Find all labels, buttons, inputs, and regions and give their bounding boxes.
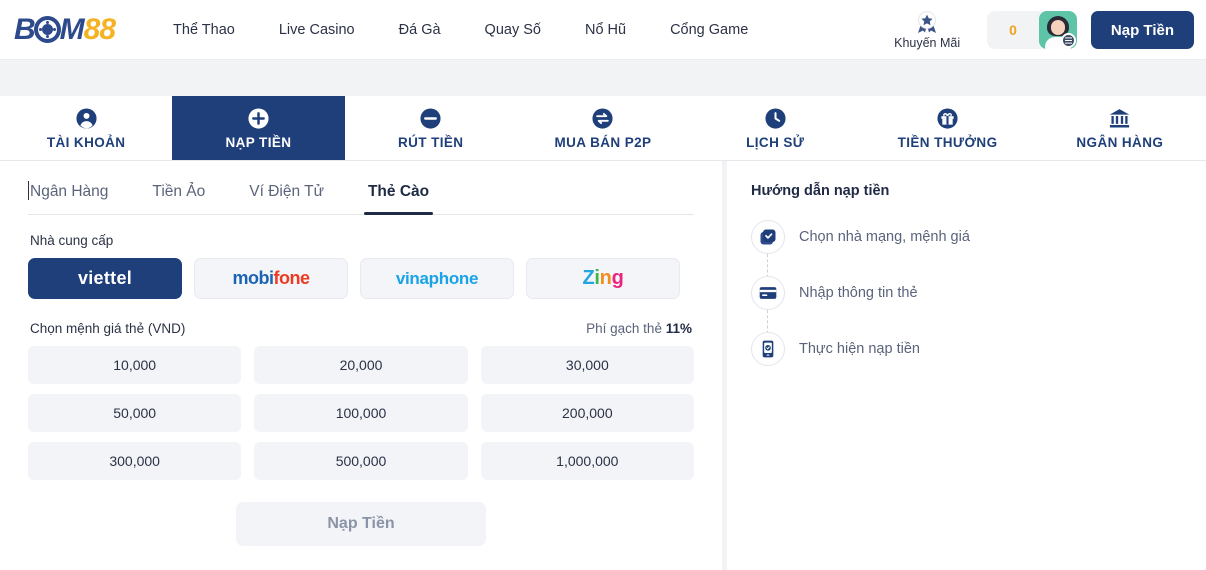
subtab-label: Ngân Hàng <box>30 183 109 200</box>
mobifone-logo-part2: fone <box>273 268 311 288</box>
provider-vinaphone[interactable]: vinaphone <box>360 258 514 299</box>
denomination-label: Chọn mệnh giá thẻ (VND) <box>30 321 186 336</box>
provider-section-label: Nhà cung cấp <box>30 233 114 248</box>
user-circle-icon <box>75 107 98 130</box>
check-circle-icon <box>751 220 785 254</box>
fee-value: 11% <box>665 321 692 336</box>
credit-card-icon <box>751 276 785 310</box>
mobifone-logo-part1: mobi <box>232 268 275 288</box>
tab-mua-ban-p2p[interactable]: MUA BÁN P2P <box>517 96 689 160</box>
tab-label: TÀI KHOẢN <box>46 134 126 150</box>
menu-badge-icon[interactable] <box>1060 33 1076 48</box>
promotions-link[interactable]: Khuyến Mãi <box>881 10 973 50</box>
denomination-option[interactable]: 500,000 <box>254 442 468 480</box>
zing-logo-g: g <box>611 267 624 289</box>
vinaphone-logo: vinaphone <box>395 268 479 288</box>
denomination-option[interactable]: 20,000 <box>254 346 468 384</box>
subtab-ngan-hang[interactable]: Ngân Hàng <box>28 179 130 214</box>
guide-panel: Hướng dẫn nạp tiền Chọn nhà mạng, mệnh g… <box>727 161 1206 570</box>
provider-viettel[interactable]: viettel <box>28 258 182 299</box>
soccer-ball-icon <box>33 16 61 43</box>
subtab-tien-ao[interactable]: Tiền Ảo <box>130 179 227 214</box>
deposit-submit-button[interactable]: Nạp Tiền <box>236 502 486 546</box>
tab-tien-thuong[interactable]: TIỀN THƯỞNG <box>861 96 1033 160</box>
subtab-the-cao[interactable]: Thẻ Cào <box>346 179 451 215</box>
submit-row: Nạp Tiền <box>28 502 694 546</box>
tab-label: NẠP TIỀN <box>225 134 292 150</box>
guide-step-label: Chọn nhà mạng, mệnh giá <box>799 229 970 245</box>
tab-label: MUA BÁN P2P <box>554 134 652 150</box>
tab-rut-tien[interactable]: RÚT TIỀN <box>345 96 517 160</box>
guide-step: Chọn nhà mạng, mệnh giá <box>751 209 1206 265</box>
denomination-option[interactable]: 100,000 <box>254 394 468 432</box>
header-deposit-button[interactable]: Nạp Tiền <box>1090 11 1194 49</box>
balance-amount: 0 <box>1009 22 1017 38</box>
nav-item-da-ga[interactable]: Đá Gà <box>377 22 463 38</box>
nav-item-quay-so[interactable]: Quay Số <box>463 22 563 38</box>
guide-step: Thực hiện nạp tiền <box>751 321 1206 377</box>
nav-item-cong-game[interactable]: Cổng Game <box>648 22 770 38</box>
tab-tai-khoan[interactable]: TÀI KHOẢN <box>0 96 172 160</box>
mobile-check-icon <box>751 332 785 366</box>
guide-step: Nhập thông tin thẻ <box>751 265 1206 321</box>
denomination-option[interactable]: 50,000 <box>28 394 242 432</box>
site-logo[interactable]: B M 88 <box>14 12 116 47</box>
nav-item-no-hu[interactable]: Nổ Hũ <box>563 22 648 38</box>
logo-number-88: 88 <box>83 12 116 46</box>
avatar-face <box>1050 20 1065 35</box>
provider-mobifone[interactable]: mobifone <box>194 258 348 299</box>
guide-step-label: Thực hiện nạp tiền <box>799 341 920 357</box>
provider-list: viettel mobifone vinaphone Zing <box>28 258 694 299</box>
clock-icon <box>764 107 787 130</box>
promotions-label: Khuyến Mãi <box>894 35 961 50</box>
balance-pill[interactable]: 0 <box>987 11 1077 49</box>
denomination-option[interactable]: 1,000,000 <box>480 442 694 480</box>
denomination-header: Chọn mệnh giá thẻ (VND) Phí gạch thẻ 11% <box>30 321 692 336</box>
page-body: Ngân Hàng Tiền Ảo Ví Điện Tử Thẻ Cào Nhà… <box>0 161 1206 570</box>
minus-circle-icon <box>419 107 442 130</box>
tab-lich-su[interactable]: LỊCH SỬ <box>689 96 861 160</box>
denomination-option[interactable]: 10,000 <box>28 346 242 384</box>
tab-label: TIỀN THƯỞNG <box>897 134 998 150</box>
zing-logo-z: Z <box>582 267 595 289</box>
account-tab-bar: TÀI KHOẢN NẠP TIỀN RÚT TIỀN MUA BÁN P2P … <box>0 96 1206 161</box>
denomination-option[interactable]: 30,000 <box>480 346 694 384</box>
zing-logo: Zing <box>582 267 623 290</box>
zing-logo-n: n <box>599 267 612 289</box>
nav-item-live-casino[interactable]: Live Casino <box>257 22 377 38</box>
provider-zing[interactable]: Zing <box>526 258 680 299</box>
bank-icon <box>1108 107 1131 130</box>
denomination-option[interactable]: 200,000 <box>480 394 694 432</box>
tab-ngan-hang[interactable]: NGÂN HÀNG <box>1034 96 1206 160</box>
deposit-method-tabs: Ngân Hàng Tiền Ảo Ví Điện Tử Thẻ Cào <box>28 179 694 215</box>
header-spacer <box>0 60 1206 96</box>
tab-label: RÚT TIỀN <box>397 134 464 150</box>
site-header: B M 88 Thể Thao Live Casino Đá Gà Quay S… <box>0 0 1206 60</box>
nav-item-the-thao[interactable]: Thể Thao <box>151 22 257 38</box>
mobifone-logo: mobifone <box>232 268 311 289</box>
main-navigation: Thể Thao Live Casino Đá Gà Quay Số Nổ Hũ… <box>151 22 770 38</box>
guide-steps: Chọn nhà mạng, mệnh giá Nhập thông tin t… <box>751 209 1206 377</box>
logo-text: B M 88 <box>14 12 116 47</box>
exchange-circle-icon <box>591 107 614 130</box>
avatar[interactable] <box>1038 11 1077 49</box>
tab-nap-tien[interactable]: NẠP TIỀN <box>172 96 345 160</box>
logo-letter-m: M <box>59 12 85 46</box>
denomination-grid: 10,000 20,000 30,000 50,000 100,000 200,… <box>28 346 694 480</box>
plus-circle-icon <box>247 107 270 130</box>
logo-letter-b: B <box>14 12 36 46</box>
tab-label: LỊCH SỬ <box>746 134 805 150</box>
tab-label: NGÂN HÀNG <box>1076 134 1164 150</box>
header-right-cluster: Khuyến Mãi 0 Nạp Tiền <box>881 0 1194 60</box>
fee-note: Phí gạch thẻ 11% <box>586 321 692 336</box>
text-caret <box>28 181 29 200</box>
denomination-option[interactable]: 300,000 <box>28 442 242 480</box>
guide-title: Hướng dẫn nạp tiền <box>751 183 890 199</box>
gift-icon <box>936 107 959 130</box>
deposit-panel: Ngân Hàng Tiền Ảo Ví Điện Tử Thẻ Cào Nhà… <box>0 161 722 570</box>
award-badge-icon <box>914 10 940 35</box>
fee-label: Phí gạch thẻ <box>586 321 662 336</box>
guide-step-label: Nhập thông tin thẻ <box>799 285 918 301</box>
subtab-vi-dien-tu[interactable]: Ví Điện Tử <box>227 179 346 214</box>
